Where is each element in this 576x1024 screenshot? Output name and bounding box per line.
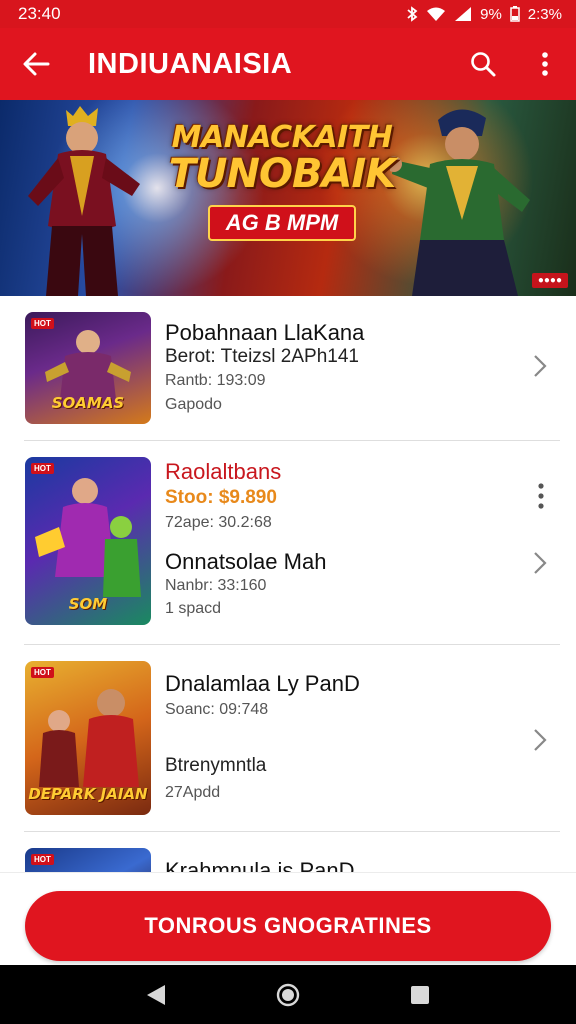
overflow-menu-button[interactable]: [514, 28, 576, 100]
item-meta: 27Apdd: [165, 784, 221, 801]
more-vert-icon[interactable]: [536, 482, 546, 510]
signal-icon: [455, 7, 472, 21]
game-thumbnail: HOT: [25, 848, 151, 872]
nav-back-button[interactable]: [136, 975, 176, 1015]
list-item[interactable]: HOT SOAMAS Pobahnaan LlaKana Berot: Ttei…: [0, 296, 576, 441]
bluetooth-icon: [407, 6, 418, 22]
banner-title: MANACKAITH TUNOBAIK AG B MPM: [168, 120, 396, 241]
nav-recents-button[interactable]: [400, 975, 440, 1015]
primary-cta-button[interactable]: TONROUS GNOGRATINES: [25, 891, 551, 961]
battery-extra: 2:3%: [527, 5, 562, 23]
page-title: INDIUANAISIA: [88, 47, 293, 80]
item-title-secondary: Onnatsolae Mah: [165, 549, 327, 574]
status-bar: 23:40 9% 2:3%: [0, 0, 576, 28]
item-price: Stoo: $9.890: [165, 487, 277, 508]
hero-warrior-left-image: [28, 106, 140, 296]
item-subtitle: Berot: Tteizsl 2APh141: [165, 346, 359, 367]
list-item[interactable]: HOT Krahmnula is PanD: [0, 832, 576, 872]
wifi-icon: [427, 7, 446, 21]
thumb-badge: HOT: [31, 667, 54, 678]
game-thumbnail: HOT SOAMAS: [25, 312, 151, 424]
chevron-right-icon: [534, 729, 547, 751]
nav-back-icon: [147, 984, 165, 1005]
item-meta: 1 spacd: [165, 600, 222, 617]
thumb-badge: HOT: [31, 463, 54, 474]
nav-recents-icon: [411, 985, 429, 1004]
thumb-badge: HOT: [31, 318, 54, 329]
search-icon: [471, 52, 496, 77]
nav-home-button[interactable]: [268, 975, 308, 1015]
status-icons: 9% 2:3%: [406, 6, 562, 23]
game-thumbnail: HOT DEPARK JAIAN: [25, 661, 151, 815]
bottom-action-bar: TONROUS GNOGRATINES: [0, 872, 576, 965]
chevron-right-icon: [534, 552, 547, 574]
item-title: Raolaltbans: [165, 459, 282, 484]
item-title: Dnalamlaa Ly PanD: [165, 671, 360, 696]
item-meta: Gapodo: [165, 396, 222, 413]
thumb-caption: SOAMAS: [51, 394, 125, 412]
system-nav-bar: [0, 965, 576, 1024]
app-bar: INDIUANAISIA: [0, 28, 576, 100]
item-meta: Soanc: 09:748: [165, 701, 269, 718]
thumb-caption: SOM: [68, 595, 108, 613]
item-title: Pobahnaan LlaKana: [165, 320, 365, 345]
list-item[interactable]: HOT DEPARK JAIAN Dnalamlaa Ly PanD Soanc…: [0, 645, 576, 831]
search-button[interactable]: [452, 28, 514, 100]
banner-pill: AG B MPM: [207, 205, 357, 241]
thumb-badge: HOT: [31, 854, 54, 865]
item-subtitle: Btrenymntla: [165, 755, 267, 776]
arrow-back-icon: [23, 52, 50, 76]
banner-title-line1: MANACKAITH: [171, 120, 393, 155]
promo-banner[interactable]: MANACKAITH TUNOBAIK AG B MPM ●●●●: [0, 100, 576, 296]
banner-title-line2: TUNOBAIK: [168, 151, 397, 197]
back-button[interactable]: [0, 28, 72, 100]
battery-percent: 9%: [480, 5, 502, 23]
item-meta: 72ape: 30.2:68: [165, 514, 272, 531]
item-title: Krahmnula is PanD: [165, 858, 355, 872]
status-time: 23:40: [18, 4, 61, 23]
more-vert-icon: [542, 52, 548, 76]
game-list: HOT SOAMAS Pobahnaan LlaKana Berot: Ttei…: [0, 296, 576, 872]
chevron-right-icon: [534, 355, 547, 377]
nav-home-icon: [276, 983, 300, 1006]
hero-fighter-right-image: [390, 109, 530, 296]
list-item[interactable]: HOT SOM Raolaltbans Stoo: $9.890 72ape: …: [0, 441, 576, 644]
thumb-caption: DEPARK JAIAN: [28, 785, 148, 803]
battery-icon: [510, 6, 520, 22]
item-meta: Nanbr: 33:160: [165, 577, 267, 594]
game-thumbnail: HOT SOM: [25, 457, 151, 625]
banner-tag: ●●●●: [531, 273, 568, 288]
item-meta: Rantb: 193:09: [165, 372, 266, 389]
